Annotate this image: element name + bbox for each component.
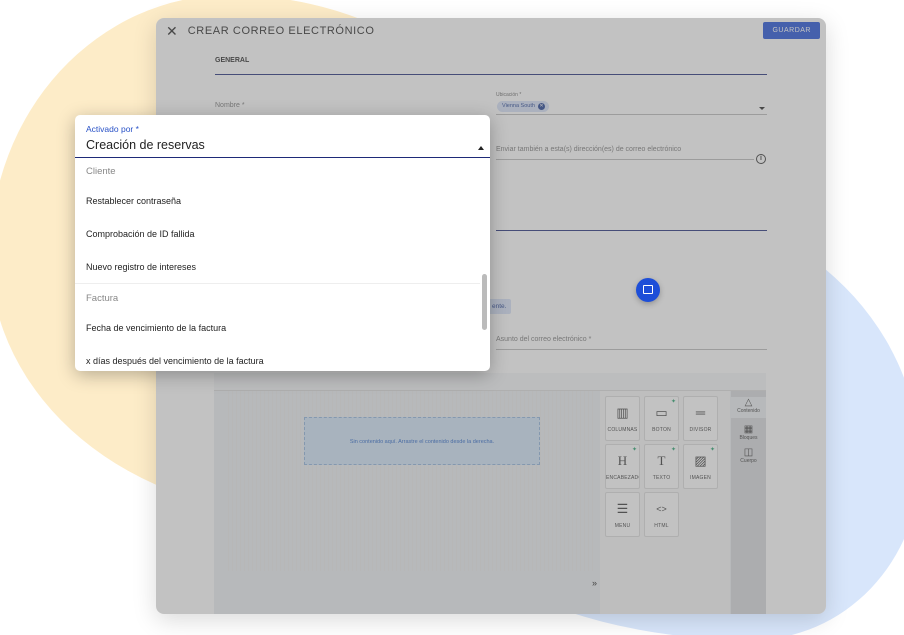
group-separator (75, 283, 480, 284)
dropdown-underline (75, 157, 490, 158)
option-group-header: Cliente (86, 166, 116, 177)
dropdown-scrollbar[interactable] (482, 274, 487, 330)
option-item[interactable]: Nuevo registro de intereses (86, 262, 196, 272)
chat-button[interactable] (636, 278, 660, 302)
option-item[interactable]: x días después del vencimiento de la fac… (86, 356, 264, 366)
option-item[interactable]: Comprobación de ID fallida (86, 229, 195, 239)
option-item[interactable]: Restablecer contraseña (86, 196, 181, 206)
chevron-up-icon[interactable] (478, 146, 484, 150)
option-item[interactable]: Fecha de vencimiento de la factura (86, 323, 226, 333)
trigger-label: Activado por * (86, 124, 139, 134)
trigger-selected-value[interactable]: Creación de reservas (86, 138, 205, 152)
stage: ✕ CREAR CORREO ELECTRÓNICO GUARDAR GENER… (0, 0, 904, 635)
collapse-panel-icon[interactable]: » (592, 578, 597, 588)
trigger-dropdown[interactable]: Activado por * Creación de reservas Clie… (75, 115, 490, 371)
chat-icon (643, 285, 653, 294)
option-group-header: Factura (86, 293, 119, 304)
